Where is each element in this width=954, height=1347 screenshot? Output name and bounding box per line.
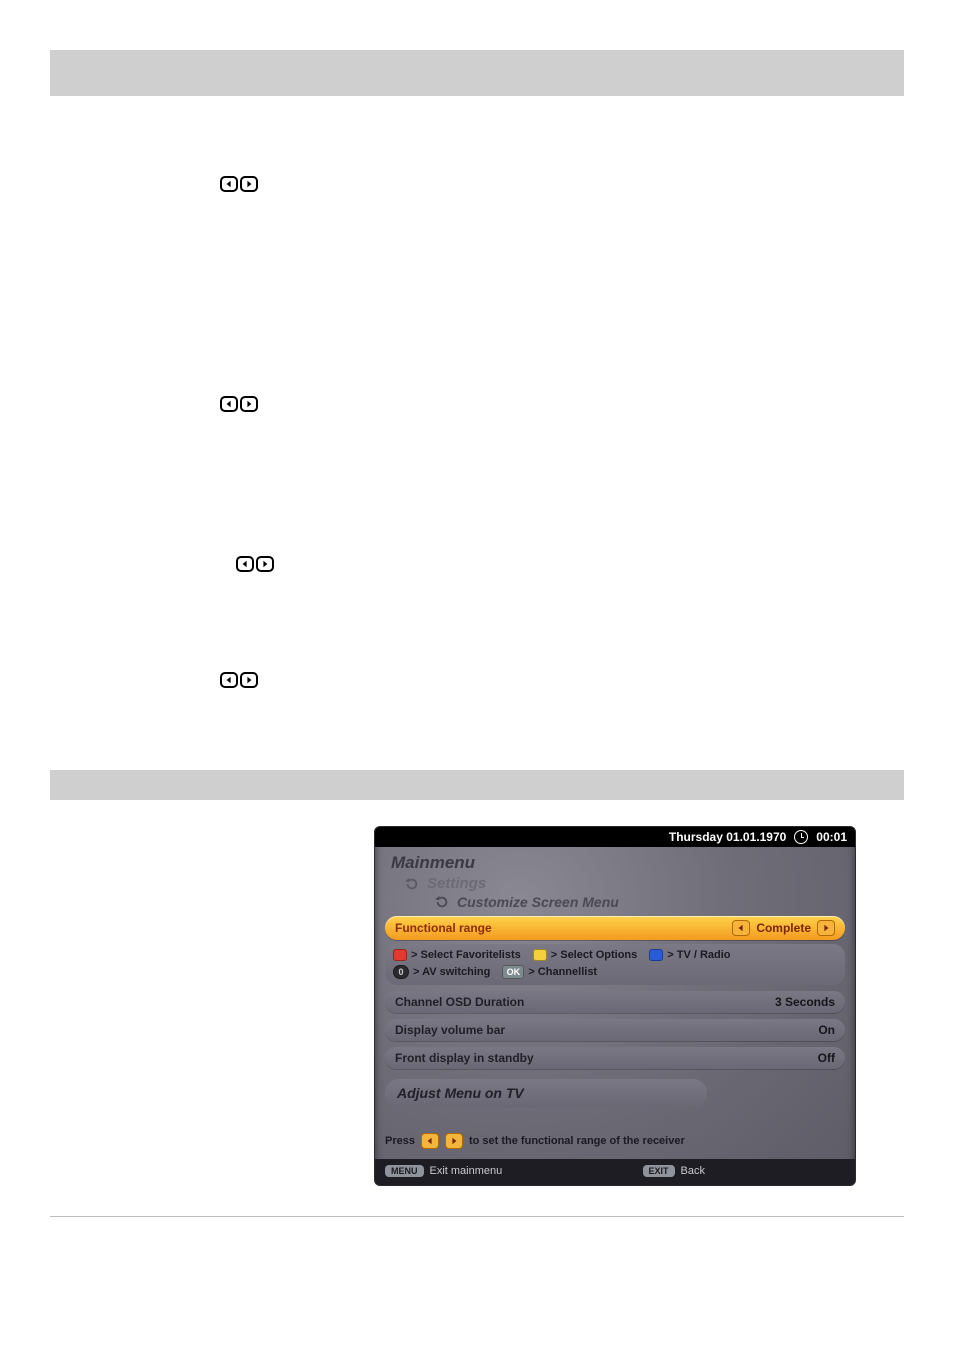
hint-zero: 0 > AV switching [393, 965, 490, 979]
subsection-label: Adjust Menu on TV [397, 1085, 524, 1101]
hint-label: > Select Favoritelists [411, 949, 521, 961]
left-arrow-icon [236, 556, 254, 572]
breadcrumb-l2: Settings [405, 875, 839, 892]
page-divider [50, 1216, 904, 1217]
hint-blue: > TV / Radio [649, 949, 730, 961]
osd-date: Thursday 01.01.1970 [669, 830, 786, 844]
right-arrow-icon [240, 176, 258, 192]
hint-red: > Select Favoritelists [393, 949, 521, 961]
osd-footer: MENU Exit mainmenu EXIT Back [375, 1159, 855, 1185]
left-right-icons-2 [220, 396, 904, 412]
right-arrow-icon[interactable] [817, 920, 835, 936]
left-right-icons-1 [220, 176, 904, 192]
left-arrow-icon[interactable] [732, 920, 750, 936]
row-label: Functional range [395, 921, 492, 935]
section-heading-bar-1 [50, 50, 904, 96]
left-right-icons-3 [236, 556, 904, 572]
row-value: Off [818, 1051, 835, 1065]
osd-hints-panel: > Select Favoritelists > Select Options … [385, 944, 845, 985]
osd-time: 00:01 [816, 830, 847, 844]
osd-row-functional-range[interactable]: Functional range Complete [385, 916, 845, 940]
row-label: Channel OSD Duration [395, 995, 524, 1009]
footer-exit: EXIT Back [643, 1165, 705, 1177]
osd-row-front-display-standby[interactable]: Front display in standby Off [385, 1047, 845, 1069]
osd-topbar: Thursday 01.01.1970 00:01 [375, 827, 855, 847]
hint-label: > Select Options [551, 949, 638, 961]
row-label: Front display in standby [395, 1051, 534, 1065]
footer-menu: MENU Exit mainmenu [385, 1165, 502, 1177]
breadcrumb-l2-label: Settings [427, 875, 486, 892]
clock-icon [794, 830, 808, 844]
left-arrow-icon [220, 672, 238, 688]
exit-button-icon: EXIT [643, 1165, 675, 1177]
breadcrumb-arrow-icon [435, 895, 449, 909]
blue-button-icon [649, 949, 663, 961]
footer-menu-label: Exit mainmenu [430, 1165, 503, 1177]
osd-row-display-volume-bar[interactable]: Display volume bar On [385, 1019, 845, 1041]
section-heading-bar-2 [50, 770, 904, 800]
right-arrow-icon [256, 556, 274, 572]
hint-label: > Channellist [528, 966, 597, 978]
ok-button-icon: OK [502, 965, 524, 979]
row-value: Complete [756, 921, 811, 935]
left-arrow-icon [220, 176, 238, 192]
osd-screenshot: Thursday 01.01.1970 00:01 Mainmenu Setti… [374, 826, 856, 1186]
left-right-icons-4 [220, 672, 904, 688]
hint-label: > AV switching [413, 966, 490, 978]
osd-row-channel-osd-duration[interactable]: Channel OSD Duration 3 Seconds [385, 991, 845, 1013]
footer-exit-label: Back [681, 1165, 705, 1177]
right-arrow-icon [240, 396, 258, 412]
breadcrumb-arrow-icon [405, 877, 419, 891]
right-arrow-icon [445, 1133, 463, 1149]
menu-button-icon: MENU [385, 1165, 424, 1177]
hint-yellow: > Select Options [533, 949, 638, 961]
right-arrow-icon [240, 672, 258, 688]
left-arrow-icon [421, 1133, 439, 1149]
hint-ok: OK > Channellist [502, 965, 597, 979]
red-button-icon [393, 949, 407, 961]
hint-label: > TV / Radio [667, 949, 730, 961]
yellow-button-icon [533, 949, 547, 961]
osd-breadcrumb: Mainmenu Settings Customize Screen Menu [375, 847, 855, 910]
help-suffix: to set the functional range of the recei… [469, 1135, 685, 1147]
zero-button-icon: 0 [393, 965, 409, 979]
breadcrumb-l1: Mainmenu [391, 853, 839, 873]
osd-help-line: Press to set the functional range of the… [385, 1133, 845, 1149]
row-value: On [818, 1023, 835, 1037]
breadcrumb-l3: Customize Screen Menu [435, 894, 839, 910]
help-prefix: Press [385, 1135, 415, 1147]
breadcrumb-l3-label: Customize Screen Menu [457, 894, 619, 910]
osd-subsection-adjust-menu[interactable]: Adjust Menu on TV [385, 1079, 707, 1107]
row-value: 3 Seconds [775, 995, 835, 1009]
row-label: Display volume bar [395, 1023, 505, 1037]
left-arrow-icon [220, 396, 238, 412]
breadcrumb-l1-label: Mainmenu [391, 853, 475, 873]
